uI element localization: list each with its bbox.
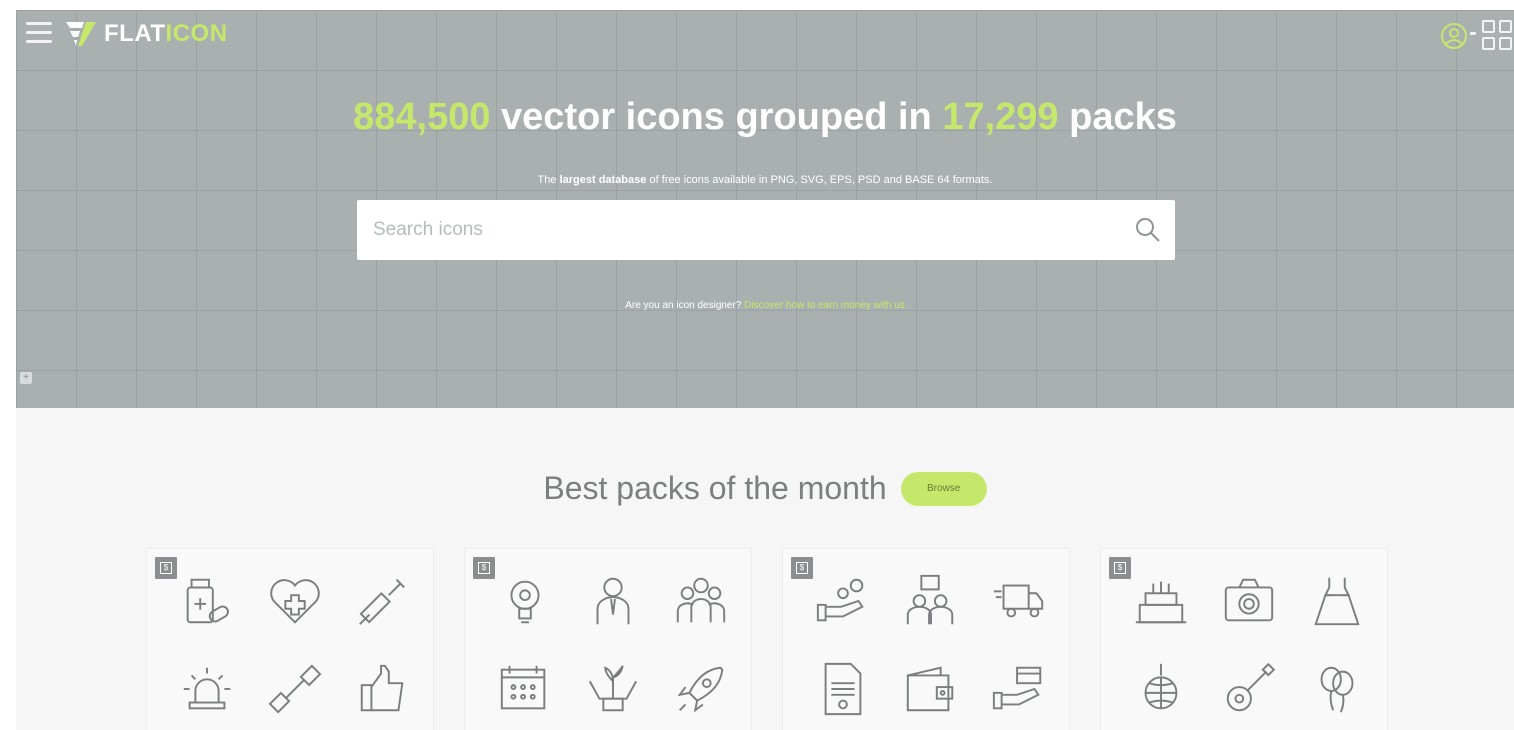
flaticon-logo-mark-icon <box>66 22 96 46</box>
rocket-icon <box>677 666 724 713</box>
apps-grid-icon[interactable] <box>1482 20 1512 50</box>
top-bar: FLATICON <box>16 10 1514 60</box>
birthday-cake-icon <box>1135 581 1187 624</box>
team-icon <box>676 577 726 623</box>
pill-bottle-icon <box>186 578 229 624</box>
hamburger-menu-icon[interactable] <box>26 22 52 44</box>
search-input[interactable] <box>357 200 1121 260</box>
hands-plant-icon <box>588 665 638 712</box>
balloons-icon <box>1320 666 1354 713</box>
syringe-icon <box>359 579 405 625</box>
user-menu-caret-icon[interactable] <box>1470 32 1476 35</box>
delivery-truck-icon <box>993 584 1044 618</box>
hand-coin-icon <box>816 578 864 622</box>
pack-card[interactable]: $ <box>1100 548 1388 730</box>
user-account-icon[interactable] <box>1440 22 1468 50</box>
siren-icon <box>183 667 231 710</box>
search-button[interactable] <box>1121 200 1175 260</box>
businessman-icon <box>596 577 630 625</box>
premium-badge: $ <box>473 557 495 579</box>
disco-ball-icon <box>1144 663 1178 710</box>
logo-text: FLATICON <box>104 20 228 47</box>
calendar-icon <box>500 665 546 710</box>
packs-header: Best packs of the month Browse <box>16 470 1514 507</box>
hero-headline: 884,500 vector icons grouped in 17,299 p… <box>353 96 1177 138</box>
wallet-icon <box>906 666 954 712</box>
pack-cards: $ $ $ $ <box>146 548 1388 730</box>
hero-banner: FLATICON 884,500 vector icons grouped in… <box>16 10 1514 408</box>
people-question-icon <box>906 574 954 625</box>
section-title: Best packs of the month <box>543 470 887 506</box>
hero-subtitle: The largest database of free icons avail… <box>537 174 993 186</box>
designer-cta: Are you an icon designer? Discover how t… <box>625 300 905 311</box>
icon-count: 884,500 <box>353 96 491 138</box>
page: FLATICON 884,500 vector icons grouped in… <box>0 0 1514 730</box>
heart-cross-icon <box>270 579 320 624</box>
search-bar <box>357 200 1175 260</box>
dress-icon <box>1314 577 1360 626</box>
dumbbell-icon <box>268 664 322 714</box>
premium-badge: $ <box>791 557 813 579</box>
lightbulb-gear-icon <box>510 580 540 624</box>
search-icon <box>1136 218 1160 242</box>
best-packs-section: Best packs of the month Browse $ $ $ $ <box>16 408 1514 730</box>
earn-money-link[interactable]: Discover how to earn money with us <box>744 300 905 311</box>
premium-badge: $ <box>155 557 177 579</box>
pack-card[interactable]: $ <box>464 548 752 730</box>
certificate-document-icon <box>824 662 862 716</box>
guitar-icon <box>1226 662 1276 712</box>
pack-card[interactable]: $ <box>146 548 434 730</box>
pack-count: 17,299 <box>942 96 1059 138</box>
pack-card[interactable]: $ <box>782 548 1070 730</box>
browse-button[interactable]: Browse <box>900 471 987 506</box>
hand-card-icon <box>992 666 1042 710</box>
flaticon-logo[interactable]: FLATICON <box>64 18 228 50</box>
premium-badge: $ <box>1109 557 1131 579</box>
expand-icon[interactable]: + <box>20 372 32 384</box>
thumbs-up-icon <box>360 664 404 712</box>
camera-icon <box>1224 578 1274 622</box>
